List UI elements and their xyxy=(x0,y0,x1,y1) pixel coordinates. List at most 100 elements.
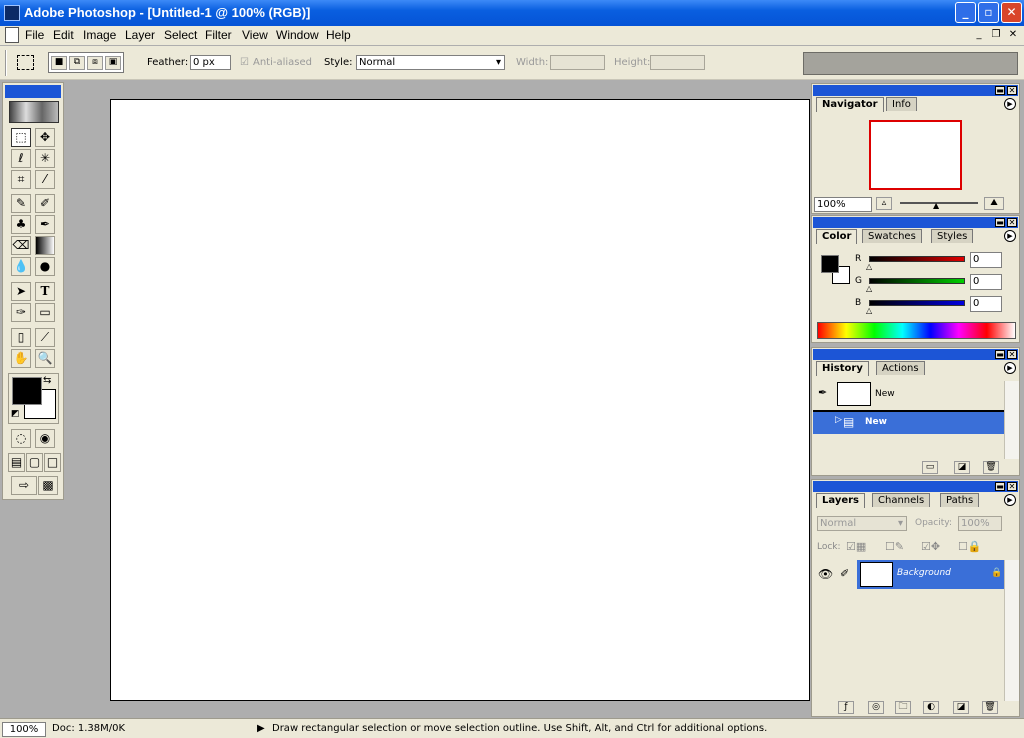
height-input[interactable] xyxy=(650,55,705,70)
lock-all-icon[interactable]: ☐🔒 xyxy=(958,540,982,553)
doc-minimize-icon[interactable]: _ xyxy=(972,29,986,42)
close-button[interactable]: ✕ xyxy=(1001,2,1022,23)
tab-color[interactable]: Color xyxy=(816,229,858,244)
history-snapshot-row[interactable]: ✒ New xyxy=(813,381,1004,406)
color-panel-title-bar[interactable]: ▬ ✕ xyxy=(813,217,1018,228)
healing-brush-tool-icon[interactable]: ✎ xyxy=(11,194,31,213)
adobe-online-icon[interactable] xyxy=(9,101,59,123)
panel-minimize-icon[interactable]: ▬ xyxy=(995,86,1005,95)
brush-tool-icon[interactable]: ✐ xyxy=(35,194,55,213)
status-zoom-field[interactable]: 100% xyxy=(2,722,46,737)
menu-file[interactable]: File xyxy=(25,28,44,42)
color-fg-swatch[interactable] xyxy=(821,255,839,273)
tab-info[interactable]: Info xyxy=(886,97,917,111)
tab-actions[interactable]: Actions xyxy=(876,361,925,375)
navigator-menu-icon[interactable]: ▶ xyxy=(1004,98,1016,110)
menu-help[interactable]: Help xyxy=(326,28,351,42)
pen-tool-icon[interactable]: ✑ xyxy=(11,303,31,322)
hand-tool-icon[interactable]: ✋ xyxy=(11,349,31,368)
rectangle-tool-icon[interactable]: ▭ xyxy=(35,303,55,322)
width-input[interactable] xyxy=(550,55,605,70)
move-tool-icon[interactable]: ✥ xyxy=(35,128,55,147)
panel-close-icon[interactable]: ✕ xyxy=(1007,350,1017,359)
zoom-out-icon[interactable]: ▵ xyxy=(876,197,892,210)
history-panel-title-bar[interactable]: ▬ ✕ xyxy=(813,349,1018,360)
dodge-tool-icon[interactable]: ● xyxy=(35,257,55,276)
history-brush-tool-icon[interactable]: ✒ xyxy=(35,215,55,234)
b-slider-thumb[interactable]: △ xyxy=(866,306,872,315)
antialiased-checkbox-icon[interactable]: ☑ xyxy=(240,57,249,68)
new-snapshot-icon[interactable]: ◪ xyxy=(954,461,970,474)
style-select[interactable]: Normal ▾ xyxy=(356,55,505,70)
opacity-input[interactable]: 100% xyxy=(958,516,1002,531)
r-slider-thumb[interactable]: △ xyxy=(866,262,872,271)
g-slider-thumb[interactable]: △ xyxy=(866,284,872,293)
standard-screen-mode-icon[interactable]: ▤ xyxy=(8,453,25,472)
panel-close-icon[interactable]: ✕ xyxy=(1007,482,1017,491)
notes-tool-icon[interactable]: ▯ xyxy=(11,328,31,347)
history-menu-icon[interactable]: ▶ xyxy=(1004,362,1016,374)
options-grip[interactable] xyxy=(5,50,7,76)
palette-well[interactable] xyxy=(803,52,1018,75)
zoom-in-icon[interactable]: ⛰ xyxy=(984,197,1004,210)
new-layer-icon[interactable]: ◪ xyxy=(953,701,969,714)
new-selection-icon[interactable]: ■ xyxy=(51,56,67,70)
document-icon[interactable] xyxy=(5,27,19,43)
panel-close-icon[interactable]: ✕ xyxy=(1007,218,1017,227)
color-menu-icon[interactable]: ▶ xyxy=(1004,230,1016,242)
panel-minimize-icon[interactable]: ▬ xyxy=(995,218,1005,227)
minimize-button[interactable]: _ xyxy=(955,2,976,23)
zoom-slider-thumb[interactable]: ▲ xyxy=(933,201,939,210)
foreground-color-swatch[interactable] xyxy=(12,377,42,405)
delete-state-trash-icon[interactable]: 🗑 xyxy=(983,461,999,474)
eyedropper-tool-icon[interactable]: ⟋ xyxy=(35,328,55,347)
layers-menu-icon[interactable]: ▶ xyxy=(1004,494,1016,506)
delete-layer-trash-icon[interactable]: 🗑 xyxy=(982,701,998,714)
b-value-input[interactable]: 0 xyxy=(970,296,1002,312)
b-slider[interactable] xyxy=(869,300,965,306)
tab-channels[interactable]: Channels xyxy=(872,493,931,507)
toolbox-title-bar[interactable] xyxy=(5,85,61,98)
jump-to-imageready-icon[interactable]: ⇨ xyxy=(11,476,37,495)
menu-edit[interactable]: Edit xyxy=(53,28,74,42)
history-brush-source-icon[interactable]: ✒ xyxy=(818,386,827,399)
clone-stamp-tool-icon[interactable]: ♣ xyxy=(11,215,31,234)
menu-window[interactable]: Window xyxy=(276,28,319,42)
tab-swatches[interactable]: Swatches xyxy=(862,229,922,243)
menu-layer[interactable]: Layer xyxy=(125,28,155,42)
g-value-input[interactable]: 0 xyxy=(970,274,1002,290)
doc-restore-icon[interactable]: ❐ xyxy=(989,29,1003,42)
full-screen-mode-icon[interactable]: □ xyxy=(44,453,61,472)
slice-tool-icon[interactable]: ⁄ xyxy=(35,170,55,189)
layers-scrollbar[interactable] xyxy=(1004,560,1019,701)
brush-edit-icon[interactable]: ✐ xyxy=(840,567,849,580)
tab-paths[interactable]: Paths xyxy=(940,493,980,507)
lasso-tool-icon[interactable]: ℓ xyxy=(11,149,31,168)
restore-button[interactable]: ▫ xyxy=(978,2,999,23)
gradient-tool-icon[interactable] xyxy=(35,236,55,255)
eraser-tool-icon[interactable]: ⌫ xyxy=(11,236,31,255)
panel-minimize-icon[interactable]: ▬ xyxy=(995,482,1005,491)
history-scrollbar[interactable] xyxy=(1004,381,1019,459)
menu-filter[interactable]: Filter xyxy=(205,28,232,42)
g-slider[interactable] xyxy=(869,278,965,284)
add-to-selection-icon[interactable]: ⧉ xyxy=(69,56,85,70)
r-slider[interactable] xyxy=(869,256,965,262)
path-selection-tool-icon[interactable]: ➤ xyxy=(11,282,31,301)
add-layer-style-icon[interactable]: ƒ xyxy=(838,701,854,714)
standard-mode-icon[interactable]: ◌ xyxy=(11,429,31,448)
history-state-slider-icon[interactable]: ▷ xyxy=(835,415,842,425)
panel-close-icon[interactable]: ✕ xyxy=(1007,86,1017,95)
history-state-row[interactable]: ▷ ▤ New xyxy=(813,412,1004,434)
tab-navigator[interactable]: Navigator xyxy=(816,97,884,112)
crop-tool-icon[interactable]: ⌗ xyxy=(11,170,31,189)
tab-layers[interactable]: Layers xyxy=(816,493,865,508)
menu-view[interactable]: View xyxy=(242,28,268,42)
rect-marquee-icon[interactable] xyxy=(17,55,34,70)
menu-image[interactable]: Image xyxy=(83,28,116,42)
navigator-zoom-input[interactable]: 100% xyxy=(814,197,872,212)
intersect-selection-icon[interactable]: ▣ xyxy=(105,56,121,70)
add-mask-icon[interactable]: ◎ xyxy=(868,701,884,714)
tab-history[interactable]: History xyxy=(816,361,869,376)
document-canvas[interactable] xyxy=(110,99,810,701)
